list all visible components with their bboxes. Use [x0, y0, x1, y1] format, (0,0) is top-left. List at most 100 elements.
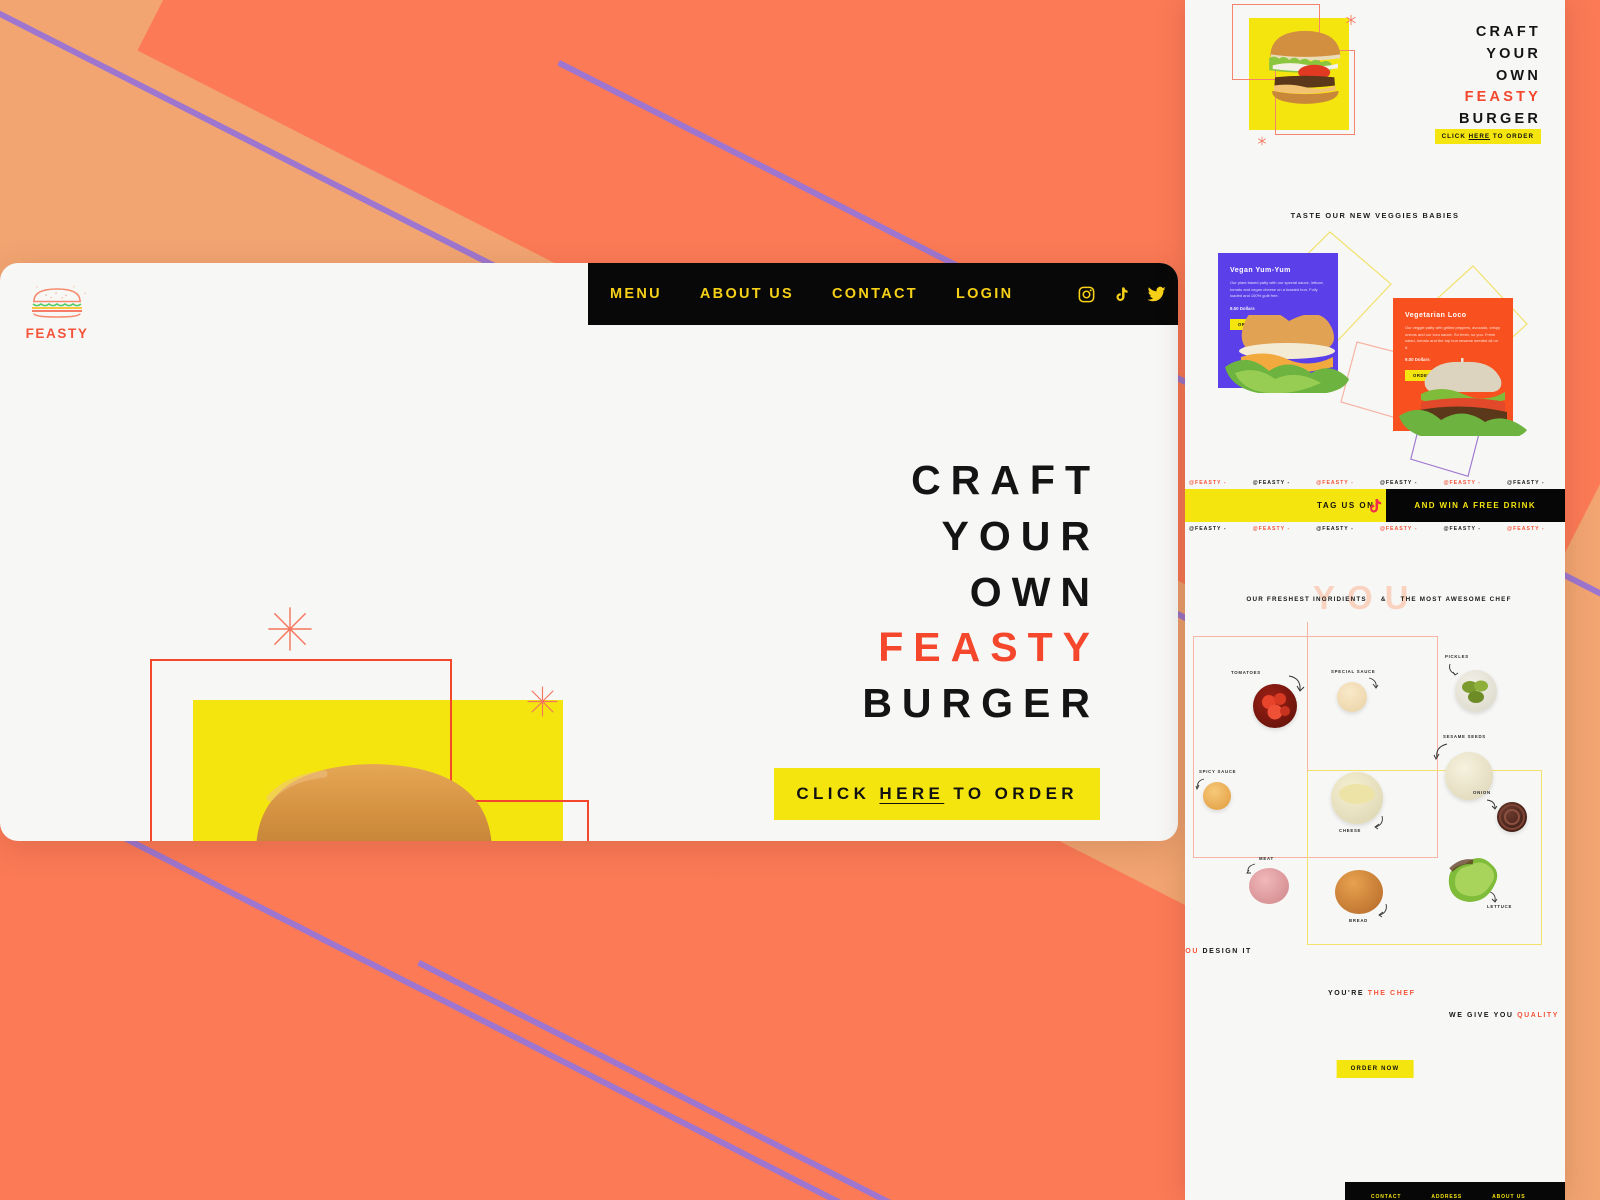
- marquee-item: @FEASTY -: [1379, 525, 1418, 532]
- veggie-card-description: Our plant based patty with our special s…: [1230, 280, 1324, 299]
- tagline-accent-you: YOU: [1185, 948, 1199, 955]
- ingredient-label-meat: MEAT: [1259, 856, 1274, 861]
- ingredient-lettuce: LETTUCE: [1443, 854, 1511, 911]
- arrow-icon-tomatoes: [1288, 675, 1305, 692]
- nav-item-menu[interactable]: MENU: [610, 286, 662, 302]
- tagline-we-give-you-quality: WE GIVE YOU QUALITY: [1449, 1012, 1559, 1019]
- page-preview-panel: CRAFT YOUR OWN FEASTY BURGER CLICK HERE …: [1185, 0, 1565, 1200]
- ingredient-bowl-special-sauce: [1337, 682, 1367, 712]
- twitter-icon[interactable]: [1147, 285, 1167, 304]
- marquee-item: @FEASTY -: [1507, 525, 1545, 532]
- arrow-icon-special-sauce: [1368, 677, 1379, 689]
- tiktok-icon[interactable]: [1113, 285, 1130, 304]
- ingredients-ampersand: &: [1380, 596, 1387, 603]
- ingredient-tomatoes: TOMATOES: [1231, 670, 1305, 728]
- instagram-icon[interactable]: [1077, 285, 1096, 304]
- tiktok-banner-left-text: TAG US ON: [1185, 489, 1387, 522]
- preview-burger-image: [1269, 30, 1341, 104]
- nav-links: MENU ABOUT US CONTACT LOGIN: [610, 286, 1013, 302]
- preview-cta-pre: CLICK: [1441, 133, 1469, 140]
- veggie-card-name: Vegetarian Loco: [1405, 312, 1467, 319]
- preview-headline-line-3: OWN: [1495, 67, 1541, 84]
- veggie-burger-image-1: [1225, 315, 1349, 393]
- cta-link-here[interactable]: HERE: [879, 784, 944, 803]
- tagline-accent-the-chef: THE CHEF: [1367, 990, 1416, 997]
- ingredient-special-sauce: SPECIAL SAUCE: [1331, 669, 1379, 712]
- nav-item-about-us[interactable]: ABOUT US: [700, 286, 794, 302]
- preview-footer: CONTACT ADDRESS ABOUT US: [1345, 1182, 1565, 1200]
- tagline-youre-the-chef: YOU'RE THE CHEF: [1328, 990, 1416, 997]
- tagline-chef-pre: YOU'RE: [1328, 990, 1368, 997]
- marquee-item: @FEASTY -: [1189, 525, 1227, 532]
- tiktok-icon[interactable]: [1367, 496, 1384, 515]
- arrow-icon-lettuce: [1489, 891, 1498, 903]
- marquee-item: @FEASTY -: [1189, 479, 1227, 486]
- ingredient-label-onion: ONION: [1473, 790, 1491, 795]
- footer-link-about-us[interactable]: ABOUT US: [1492, 1194, 1525, 1200]
- preview-headline: CRAFT YOUR OWN FEASTY BURGER: [1361, 22, 1541, 131]
- ingredient-spicy-sauce: SPICY SAUCE: [1195, 769, 1236, 810]
- preview-order-cta-button[interactable]: CLICK HERE TO ORDER: [1434, 129, 1541, 144]
- tagline-you-design-it: YOU DESIGN IT: [1185, 948, 1252, 955]
- footer-link-address[interactable]: ADDRESS: [1431, 1194, 1462, 1200]
- ingredient-bowl-onion: [1497, 802, 1527, 832]
- arrow-icon-bread: [1378, 903, 1387, 918]
- arrow-icon-onion: [1486, 799, 1498, 810]
- sparkle-icon-1: [268, 607, 312, 651]
- ingredients-divider-pink: [1307, 622, 1308, 772]
- tagline-design-rest: DESIGN IT: [1198, 948, 1252, 955]
- marquee-item: @FEASTY -: [1252, 479, 1291, 486]
- burger-line-art-icon: [32, 285, 87, 318]
- veggie-card-name: Vegan Yum-Yum: [1230, 267, 1291, 274]
- ingredient-label-sesame-seeds: SESAME SEEDS: [1443, 734, 1486, 739]
- tiktok-promo-banner: TAG US ON AND WIN A FREE DRINK: [1185, 489, 1565, 522]
- footer-link-contact[interactable]: CONTACT: [1371, 1194, 1401, 1200]
- ingredient-label-bread: BREAD: [1349, 918, 1369, 923]
- brand-logo[interactable]: FEASTY: [22, 283, 92, 341]
- tagline-quality-pre: WE GIVE YOU: [1449, 1012, 1518, 1019]
- ingredient-bread: BREAD: [1335, 870, 1387, 923]
- headline-line-4-feasty: FEASTY: [878, 624, 1100, 671]
- ingredients-diagram: TOMATOES SPECIAL SAUCE PICKLES SESAME SE…: [1185, 622, 1565, 950]
- hero-headline: CRAFT YOUR OWN FEASTY BURGER: [700, 453, 1100, 732]
- nav-item-login[interactable]: LOGIN: [956, 286, 1013, 302]
- nav-item-contact[interactable]: CONTACT: [832, 286, 918, 302]
- preview-headline-line-4-feasty: FEASTY: [1464, 89, 1541, 106]
- ingredients-tagline-left: OUR FRESHEST INGRIDIENTS: [1246, 596, 1367, 603]
- nav-social-links: [1077, 285, 1167, 304]
- preview-order-now-button[interactable]: ORDER NOW: [1336, 1060, 1414, 1078]
- preview-cta-post: TO ORDER: [1490, 133, 1534, 140]
- arrow-icon-meat: [1246, 863, 1256, 874]
- marquee-item: @FEASTY -: [1443, 525, 1482, 532]
- ingredient-bowl-spicy-sauce: [1203, 782, 1231, 810]
- preview-hero-collage: [1227, 4, 1377, 164]
- ingredient-label-lettuce: LETTUCE: [1487, 904, 1513, 909]
- marquee-strip-bottom: @FEASTY - @FEASTY - @FEASTY - @FEASTY - …: [1185, 522, 1565, 535]
- veggies-section-title: TASTE OUR NEW VEGGIES BABIES: [1290, 211, 1460, 220]
- preview-sparkle-icon-1: [1346, 14, 1356, 26]
- veggie-burger-image-2: [1399, 358, 1527, 436]
- veggie-card-description: Our veggie patty with grilled peppers, a…: [1405, 325, 1500, 350]
- ingredient-meat: MEAT: [1246, 856, 1289, 904]
- arrow-icon-sesame-seeds: [1433, 743, 1448, 761]
- order-cta-button[interactable]: CLICK HERE TO ORDER: [774, 768, 1100, 820]
- main-navigation: MENU ABOUT US CONTACT LOGIN: [588, 263, 1178, 325]
- preview-cta-link-here[interactable]: HERE: [1469, 133, 1491, 140]
- marquee-item: @FEASTY -: [1507, 479, 1545, 486]
- ingredients-tagline: OUR FRESHEST INGRIDIENTS & THE MOST AWESOM…: [1229, 596, 1529, 603]
- veggie-card-price: 8.50 Dollars: [1230, 305, 1255, 311]
- tiktok-banner-right-text: AND WIN A FREE DRINK: [1386, 489, 1565, 522]
- preview-headline-line-2: YOUR: [1486, 45, 1541, 62]
- marquee-item: @FEASTY -: [1379, 479, 1418, 486]
- marquee-strip-top: @FEASTY - @FEASTY - @FEASTY - @FEASTY - …: [1185, 476, 1565, 489]
- headline-line-2: YOUR: [941, 512, 1100, 559]
- tagline-accent-quality: QUALITY: [1517, 1012, 1560, 1019]
- marquee-item: @FEASTY -: [1316, 525, 1354, 532]
- hero-card: FEASTY MENU ABOUT US CONTACT LOGIN CRAFT…: [0, 263, 1178, 841]
- ingredient-label-cheese: CHEESE: [1339, 828, 1362, 833]
- cta-pre: CLICK: [796, 784, 880, 803]
- ingredient-label-special-sauce: SPECIAL SAUCE: [1331, 669, 1376, 674]
- arrow-icon-pickles: [1449, 663, 1459, 676]
- cta-post: TO ORDER: [944, 784, 1078, 803]
- headline-line-1: CRAFT: [911, 457, 1100, 503]
